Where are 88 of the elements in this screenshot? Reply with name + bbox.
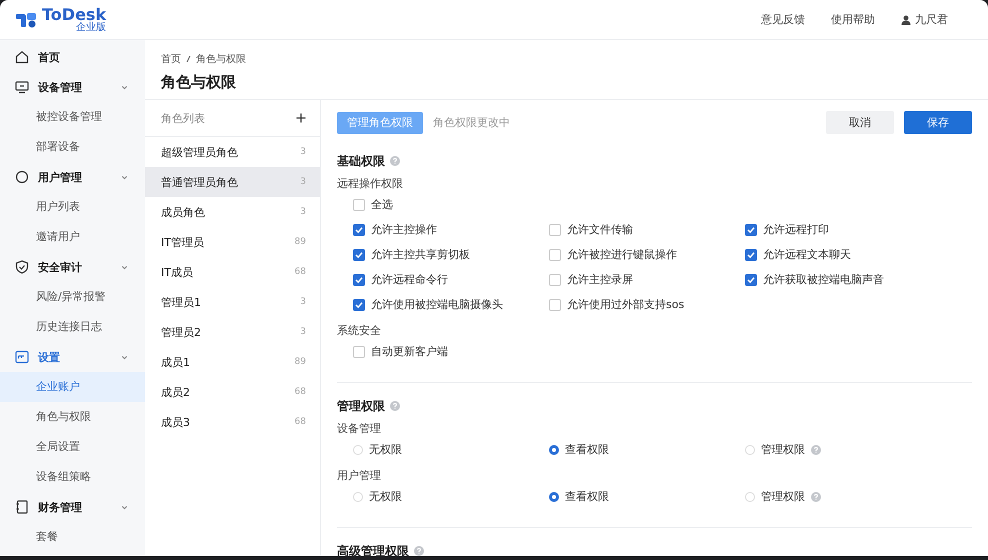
nav-group[interactable]: 首页 <box>0 42 145 72</box>
nav-item[interactable]: 企业账户 <box>0 372 145 402</box>
checkbox-label: 允许主控共享剪切板 <box>371 247 470 262</box>
checkbox-label: 允许远程文本聊天 <box>763 247 851 262</box>
breadcrumb-separator <box>186 56 190 62</box>
checkbox[interactable] <box>353 298 365 310</box>
radio-label: 无权限 <box>369 489 402 504</box>
radio-label: 查看权限 <box>565 489 609 504</box>
group-label: 远程操作权限 <box>337 176 404 192</box>
role-item[interactable]: 管理员2 3 <box>145 317 320 347</box>
status-text: 角色权限更改中 <box>433 115 510 130</box>
radio-button[interactable] <box>549 444 559 454</box>
header-link[interactable]: 使用帮助 <box>831 12 875 27</box>
user-icon <box>901 14 911 24</box>
help-icon[interactable] <box>390 156 400 166</box>
checkbox-label: 全选 <box>371 197 393 212</box>
nav-item[interactable]: 部署设备 <box>0 132 145 162</box>
checkbox[interactable] <box>353 274 365 286</box>
group-label: 用户管理 <box>337 468 382 484</box>
checkbox[interactable] <box>745 224 757 236</box>
role-item[interactable]: 管理员1 3 <box>145 287 320 317</box>
radio-label: 无权限 <box>369 442 402 457</box>
group-label: 设备管理 <box>337 421 382 437</box>
nav-item[interactable]: 风险/异常报警 <box>0 282 145 312</box>
nav-group[interactable]: 设置 <box>0 342 145 372</box>
nav-group[interactable]: 用户管理 <box>0 162 145 192</box>
checkbox[interactable] <box>353 248 365 260</box>
nav-item[interactable]: 设备组策略 <box>0 462 145 492</box>
role-list-title: 角色列表 <box>161 110 205 126</box>
role-item[interactable]: 普通管理员角色 3 <box>145 167 320 197</box>
nav-item[interactable]: 角色与权限 <box>0 402 145 432</box>
checkbox-label: 允许文件传输 <box>567 222 633 237</box>
radio-button[interactable] <box>549 492 559 502</box>
add-icon[interactable] <box>296 113 306 123</box>
checkbox[interactable] <box>353 224 365 236</box>
role-item[interactable]: 成员2 68 <box>145 377 320 407</box>
checkbox-label: 允许主控录屏 <box>567 272 633 287</box>
checkbox-label: 允许使用被控端电脑摄像头 <box>371 297 503 312</box>
checkbox[interactable] <box>745 274 757 286</box>
help-icon[interactable] <box>390 401 400 411</box>
checkbox-label: 允许远程打印 <box>763 222 829 237</box>
nav-item[interactable]: 用户列表 <box>0 192 145 222</box>
shield-icon <box>15 260 29 274</box>
help-icon[interactable] <box>414 546 424 556</box>
user-circle-icon <box>15 170 29 184</box>
checkbox-label: 允许使用过外部支持sos <box>567 297 684 312</box>
breadcrumb-current: 角色与权限 <box>196 52 246 66</box>
logo-text: ToDesk <box>42 6 106 22</box>
nav-group[interactable]: 安全审计 <box>0 252 145 282</box>
role-item[interactable]: 超级管理员角色 3 <box>145 137 320 167</box>
checkbox-label: 自动更新客户端 <box>371 344 448 359</box>
nav-item[interactable]: 套餐 <box>0 522 145 552</box>
nav-item[interactable]: 被控设备管理 <box>0 102 145 132</box>
role-item[interactable]: IT成员 68 <box>145 257 320 287</box>
section-title: 基础权限 <box>337 152 385 170</box>
nav-group[interactable]: 设备管理 <box>0 72 145 102</box>
user-name[interactable]: 九尺君 <box>915 12 948 27</box>
help-icon[interactable] <box>811 492 821 502</box>
checkbox-label: 允许被控进行键鼠操作 <box>567 247 677 262</box>
nav-item[interactable]: 全局设置 <box>0 432 145 462</box>
save-button[interactable]: 保存 <box>904 111 972 134</box>
breadcrumb-link[interactable]: 首页 <box>161 52 181 66</box>
radio-label: 管理权限 <box>761 442 805 457</box>
monitor-icon <box>15 80 29 94</box>
role-item[interactable]: 成员3 68 <box>145 407 320 437</box>
page-title: 角色与权限 <box>161 73 237 92</box>
nav-group[interactable]: 财务管理 <box>0 492 145 522</box>
section-title: 高级管理权限 <box>337 542 409 556</box>
checkbox[interactable] <box>745 248 757 260</box>
checkbox-label: 允许获取被控端电脑声音 <box>763 272 884 287</box>
logo-icon <box>16 12 38 28</box>
checkbox-label: 允许远程命令行 <box>371 272 448 287</box>
cancel-button[interactable]: 取消 <box>826 111 894 134</box>
checkbox-label: 允许主控操作 <box>371 222 437 237</box>
radio-label: 管理权限 <box>761 489 805 504</box>
radio-label: 查看权限 <box>565 442 609 457</box>
home-icon <box>15 50 29 64</box>
edition-label: 企业版 <box>76 22 106 32</box>
role-item[interactable]: 成员1 89 <box>145 347 320 377</box>
nav-item[interactable]: 邀请用户 <box>0 222 145 252</box>
section-title: 管理权限 <box>337 398 385 414</box>
group-label: 系统安全 <box>337 323 382 339</box>
help-icon[interactable] <box>811 444 821 454</box>
role-item[interactable]: 成员角色 3 <box>145 197 320 227</box>
header-link[interactable]: 意见反馈 <box>761 12 805 27</box>
document-icon <box>15 500 29 514</box>
role-item[interactable]: IT管理员 89 <box>145 227 320 257</box>
nav-item[interactable]: 历史连接日志 <box>0 312 145 342</box>
